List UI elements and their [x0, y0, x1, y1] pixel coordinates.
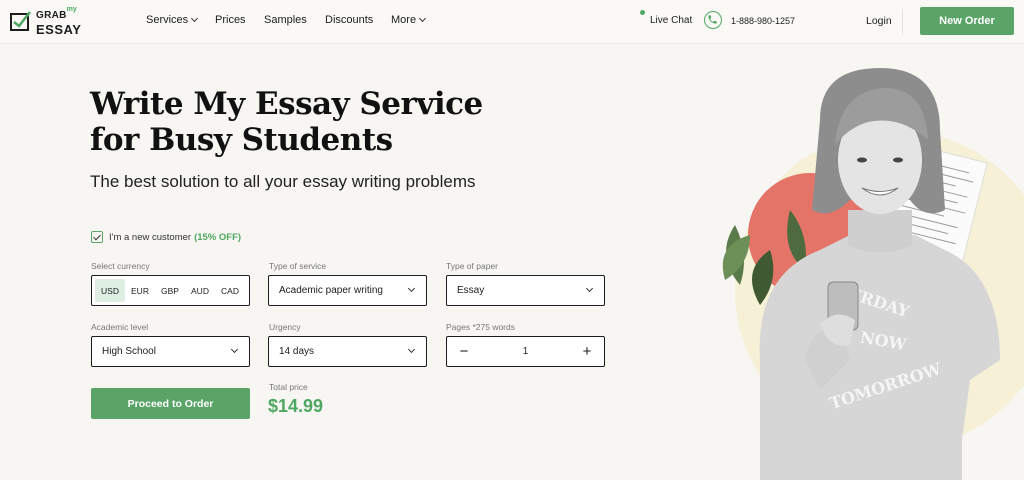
- paper-type-value: Essay: [457, 285, 485, 296]
- total-price-label: Total price: [269, 382, 308, 392]
- hero-student-image: ERDAY NOW TOMORROW: [700, 60, 1024, 480]
- currency-gbp[interactable]: GBP: [155, 279, 185, 302]
- minus-icon[interactable]: −: [457, 343, 471, 360]
- chevron-down-icon: [230, 345, 239, 354]
- logo-check-icon: [10, 10, 32, 32]
- discount-offer: (15% OFF): [194, 231, 242, 243]
- nav-more-label: More: [391, 14, 417, 26]
- urgency-value: 14 days: [279, 346, 315, 357]
- pages-stepper: − 1 +: [446, 336, 605, 367]
- pages-value[interactable]: 1: [523, 346, 529, 357]
- new-order-button[interactable]: New Order: [920, 7, 1014, 35]
- academic-level-select[interactable]: High School: [91, 336, 250, 367]
- paper-type-select[interactable]: Essay: [446, 275, 605, 306]
- currency-eur[interactable]: EUR: [125, 279, 155, 302]
- phone-number[interactable]: 1-888-980-1257: [731, 16, 795, 26]
- currency-usd[interactable]: USD: [95, 279, 125, 302]
- service-type-select[interactable]: Academic paper writing: [268, 275, 427, 306]
- plus-icon[interactable]: +: [580, 343, 594, 360]
- page-subtitle: The best solution to all your essay writ…: [90, 172, 476, 191]
- chevron-down-icon: [407, 284, 416, 293]
- service-type-label: Type of service: [269, 261, 327, 271]
- title-line-1: Write My Essay Service: [90, 86, 483, 122]
- page-title: Write My Essay Service for Busy Students: [90, 86, 483, 158]
- currency-selector: USD EUR GBP AUD CAD: [91, 275, 250, 306]
- title-line-2: for Busy Students: [90, 122, 393, 158]
- live-status-dot: [640, 10, 645, 15]
- academic-level-value: High School: [102, 346, 156, 357]
- nav-services[interactable]: Services: [146, 14, 199, 26]
- pages-label: Pages *275 words: [446, 322, 515, 332]
- chevron-down-icon: [419, 14, 427, 23]
- chevron-down-icon: [585, 284, 594, 293]
- chevron-down-icon: [191, 14, 199, 23]
- login-link[interactable]: Login: [866, 15, 892, 27]
- nav-samples[interactable]: Samples: [264, 14, 307, 26]
- chevron-down-icon: [407, 345, 416, 354]
- paper-type-label: Type of paper: [446, 261, 498, 271]
- nav-discounts[interactable]: Discounts: [325, 14, 373, 26]
- logo-text-essay: ESSAY: [36, 22, 82, 37]
- urgency-label: Urgency: [269, 322, 301, 332]
- phone-icon[interactable]: [704, 11, 722, 29]
- currency-label: Select currency: [91, 261, 150, 271]
- currency-aud[interactable]: AUD: [185, 279, 215, 302]
- nav-prices[interactable]: Prices: [215, 14, 246, 26]
- new-customer-label: I'm a new customer: [109, 231, 192, 243]
- urgency-select[interactable]: 14 days: [268, 336, 427, 367]
- currency-cad[interactable]: CAD: [215, 279, 245, 302]
- site-header: GRABmy ESSAY Services Prices Samples Dis…: [0, 0, 1024, 44]
- header-divider: [902, 9, 903, 35]
- nav-more[interactable]: More: [391, 14, 427, 26]
- logo-text-grab: GRAB: [36, 10, 67, 21]
- service-type-value: Academic paper writing: [279, 285, 383, 296]
- logo-text-my: my: [66, 6, 77, 13]
- academic-level-label: Academic level: [91, 322, 149, 332]
- live-chat-link[interactable]: Live Chat: [650, 15, 692, 26]
- new-customer-checkbox[interactable]: [91, 231, 103, 243]
- new-customer-option[interactable]: I'm a new customer (15% OFF): [91, 231, 241, 243]
- nav-services-label: Services: [146, 14, 189, 26]
- brand-logo[interactable]: GRABmy ESSAY: [10, 6, 86, 37]
- proceed-to-order-button[interactable]: Proceed to Order: [91, 388, 250, 419]
- total-price-value: $14.99: [268, 396, 324, 416]
